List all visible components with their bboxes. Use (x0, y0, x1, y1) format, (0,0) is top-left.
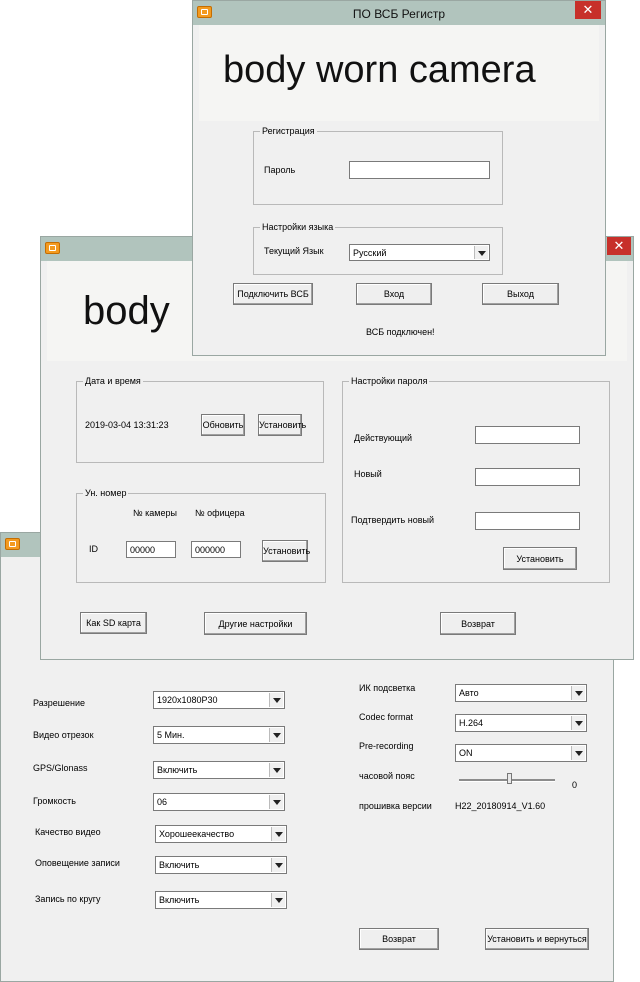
gps-label: GPS/Glonass (33, 763, 88, 773)
registration-group: Регистрация Пароль (253, 126, 503, 205)
segment-label: Видео отрезок (33, 730, 94, 740)
segment-value: 5 Мин. (157, 730, 185, 740)
officer-number-header: № офицера (195, 508, 245, 518)
password-group: Настройки пароля Действующий Новый Подтв… (342, 376, 610, 583)
apply-and-return-button[interactable]: Установить и вернуться (485, 928, 589, 950)
camera-number-header: № камеры (133, 508, 177, 518)
refresh-time-button[interactable]: Обновить (201, 414, 245, 436)
connect-camera-button[interactable]: Подключить ВСБ (233, 283, 313, 305)
settings-back-button[interactable]: Возврат (359, 928, 439, 950)
firmware-value: H22_20180914_V1.60 (455, 801, 546, 811)
id-group: Ун. номер № камеры № офицера ID Установи… (76, 488, 326, 583)
set-password-button[interactable]: Установить (503, 547, 577, 570)
current-language-label: Текущий Язык (264, 246, 324, 256)
quality-select[interactable]: Хорошеекачество (155, 825, 287, 843)
volume-select[interactable]: 06 (153, 793, 285, 811)
chevron-down-icon[interactable] (269, 728, 283, 742)
close-icon[interactable]: ✕ (575, 1, 601, 19)
timezone-label: часовой пояс (359, 771, 415, 781)
codec-label: Codec format (359, 712, 414, 722)
close-icon[interactable]: ✕ (607, 237, 631, 255)
login-password-input[interactable] (349, 161, 490, 179)
rec-notify-label: Оповещение записи (35, 858, 120, 868)
exit-button[interactable]: Выход (482, 283, 559, 305)
ir-value: Авто (459, 688, 479, 698)
chevron-down-icon[interactable] (271, 858, 285, 872)
sd-card-button[interactable]: Как SD карта (80, 612, 147, 634)
quality-value: Хорошеекачество (159, 829, 235, 839)
firmware-label: прошивка версии (359, 801, 432, 811)
current-password-input[interactable] (475, 426, 580, 444)
resolution-select[interactable]: 1920x1080P30 (153, 691, 285, 709)
login-titlebar[interactable]: ПО ВСБ Регистр ✕ (193, 1, 605, 25)
language-legend: Настройки языка (260, 222, 336, 232)
login-button[interactable]: Вход (356, 283, 432, 305)
chevron-down-icon[interactable] (269, 795, 283, 809)
main-banner-text: body (83, 289, 170, 333)
other-settings-button[interactable]: Другие настройки (204, 612, 307, 635)
chevron-down-icon[interactable] (269, 763, 283, 777)
login-banner: body worn camera (199, 25, 599, 121)
codec-value: H.264 (459, 718, 484, 728)
connection-status: ВСБ подключен! (366, 327, 435, 337)
rec-notify-select[interactable]: Включить (155, 856, 287, 874)
app-camera-icon (45, 242, 60, 254)
resolution-value: 1920x1080P30 (157, 695, 218, 705)
loop-select[interactable]: Включить (155, 891, 287, 909)
rec-notify-value: Включить (159, 860, 200, 870)
datetime-group: Дата и время 2019-03-04 13:31:23 Обновит… (76, 376, 324, 463)
chevron-down-icon[interactable] (571, 746, 585, 760)
prerec-label: Pre-recording (359, 741, 414, 751)
chevron-down-icon[interactable] (271, 893, 285, 907)
ir-label: ИК подсветка (359, 683, 416, 693)
login-window-title: ПО ВСБ Регистр (352, 7, 446, 21)
new-password-input[interactable] (475, 468, 580, 486)
volume-value: 06 (157, 797, 168, 807)
datetime-value: 2019-03-04 13:31:23 (85, 420, 169, 430)
id-label: ID (89, 544, 98, 554)
codec-select[interactable]: H.264 (455, 714, 587, 732)
login-body: body worn camera Регистрация Пароль Наст… (199, 25, 599, 349)
camera-number-input[interactable] (126, 541, 176, 558)
quality-label: Качество видео (35, 827, 101, 837)
timezone-slider-thumb[interactable] (507, 773, 512, 784)
language-group: Настройки языка Текущий Язык Русский (253, 222, 503, 275)
main-back-button[interactable]: Возврат (440, 612, 516, 635)
chevron-down-icon[interactable] (271, 827, 285, 841)
set-time-button[interactable]: Установить (258, 414, 306, 436)
datetime-legend: Дата и время (83, 376, 143, 386)
loop-label: Запись по кругу (35, 894, 101, 904)
gps-select[interactable]: Включить (153, 761, 285, 779)
prerec-select[interactable]: ON (455, 744, 587, 762)
language-select[interactable]: Русский (349, 244, 490, 261)
set-id-button[interactable]: Установить (262, 540, 310, 562)
chevron-down-icon[interactable] (269, 693, 283, 707)
password-label: Пароль (264, 165, 296, 175)
prerec-value: ON (459, 748, 473, 758)
officer-number-input[interactable] (191, 541, 241, 558)
ir-select[interactable]: Авто (455, 684, 587, 702)
login-window: ПО ВСБ Регистр ✕ body worn camera Регист… (192, 0, 606, 356)
new-password-label: Новый (354, 469, 382, 479)
resolution-label: Разрешение (33, 698, 85, 708)
chevron-down-icon[interactable] (571, 716, 585, 730)
segment-select[interactable]: 5 Мин. (153, 726, 285, 744)
registration-legend: Регистрация (260, 126, 317, 136)
confirm-password-label: Подтвердить новый (351, 515, 434, 525)
current-password-label: Действующий (354, 433, 413, 443)
timezone-value: 0 (572, 780, 578, 790)
gps-value: Включить (157, 765, 198, 775)
password-legend: Настройки пароля (349, 376, 430, 386)
loop-value: Включить (159, 895, 200, 905)
chevron-down-icon[interactable] (571, 686, 585, 700)
login-banner-text: body worn camera (223, 49, 536, 91)
volume-label: Громкость (33, 796, 76, 806)
chevron-down-icon[interactable] (474, 246, 488, 259)
id-legend: Ун. номер (83, 488, 129, 498)
app-camera-icon (5, 538, 20, 550)
language-value: Русский (353, 247, 387, 258)
confirm-password-input[interactable] (475, 512, 580, 530)
